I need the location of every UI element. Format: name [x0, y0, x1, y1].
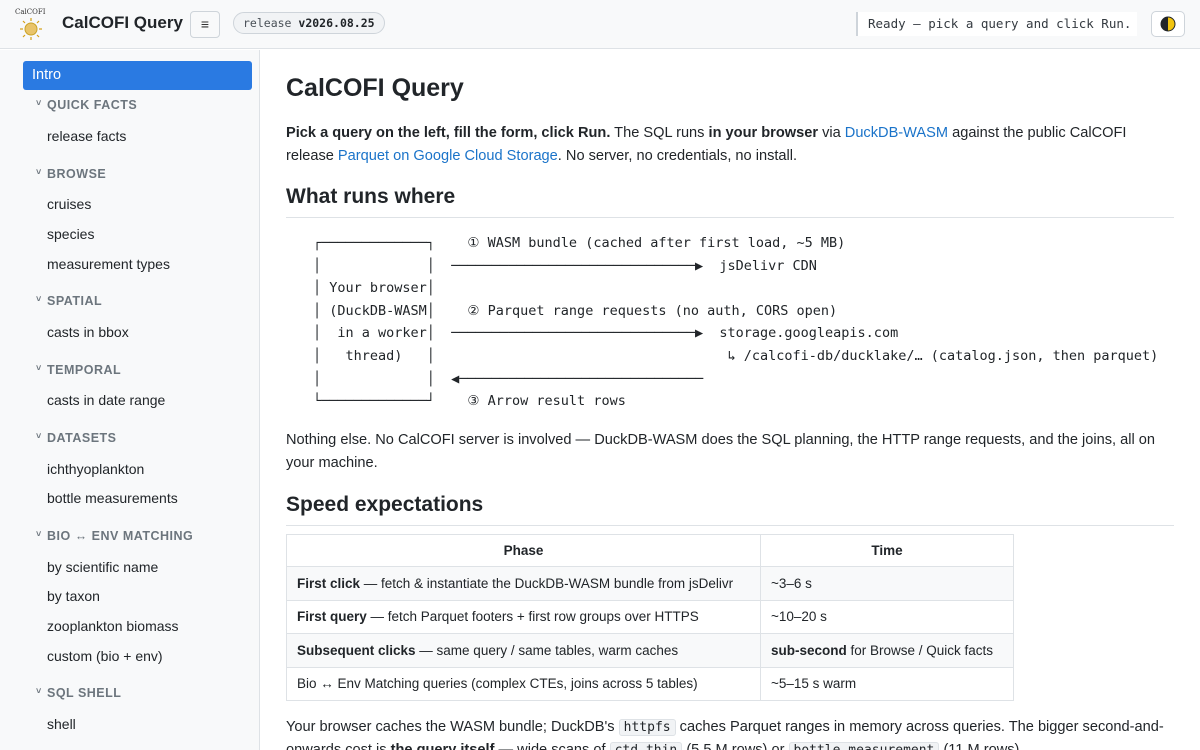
cache-paragraph: Your browser caches the WASM bundle; Duc… [286, 716, 1176, 750]
sidebar-section-temporal[interactable]: ˅ TEMPORAL [36, 363, 121, 377]
architecture-diagram: ┌─────────────┐ ① WASM bundle (cached af… [313, 235, 1159, 410]
release-label: release [243, 16, 292, 30]
table-row: First query — fetch Parquet footers + fi… [286, 599, 1014, 634]
speed-table: Phase Time First click — fetch & instant… [286, 534, 1014, 701]
sidebar-item-casts-in-bbox[interactable]: casts in bbox [47, 324, 129, 340]
sidebar-item-casts-in-date-range[interactable]: casts in date range [47, 392, 165, 408]
sidebar-section-browse[interactable]: ˅ BROWSE [36, 167, 106, 181]
time-cell: ~3–6 s [760, 566, 1014, 601]
main-content: CalCOFI Query Pick a query on the left, … [286, 50, 1176, 750]
top-bar: CalCOFI CalCOFI Query ≡ release v2026.08… [0, 0, 1200, 49]
after-diagram-paragraph: Nothing else. No CalCOFI server is invol… [286, 432, 1155, 471]
caret-icon: ˅ [36, 431, 42, 441]
sidebar-item-bottle-measurements[interactable]: bottle measurements [47, 490, 178, 506]
httpfs-code: httpfs [618, 719, 676, 736]
svg-text:CalCOFI: CalCOFI [15, 8, 46, 16]
sidebar-item-measurement-types[interactable]: measurement types [47, 256, 170, 272]
table-header-time: Time [760, 534, 1014, 567]
heading-what-runs-where: What runs where [286, 185, 1174, 218]
bottle-measurement-code: bottle_measurement [788, 742, 940, 750]
time-cell: sub-second for Browse / Quick facts [760, 633, 1014, 668]
release-badge: release v2026.08.25 [233, 12, 385, 34]
sidebar-section-quick-facts[interactable]: ˅ QUICK FACTS [36, 98, 137, 112]
sidebar-item-zooplankton-biomass[interactable]: zooplankton biomass [47, 618, 179, 634]
sidebar-section-sql-shell[interactable]: ˅ SQL SHELL [36, 686, 121, 700]
parquet-gcs-link[interactable]: Parquet on Google Cloud Storage [338, 148, 558, 164]
sidebar-section-bio-env-matching[interactable]: ˅ BIO ↔ ENV MATCHING [36, 529, 193, 543]
caret-icon: ˅ [36, 294, 42, 304]
table-row: Bio ↔ Env Matching queries (complex CTEs… [286, 666, 1014, 701]
time-cell: ~5–15 s warm [760, 666, 1014, 701]
menu-toggle-button[interactable]: ≡ [190, 11, 220, 38]
caret-icon: ˅ [36, 529, 42, 539]
theme-toggle-button[interactable] [1151, 11, 1185, 37]
sidebar-nav: Intro ˅ QUICK FACTS release facts ˅ BROWSE… [0, 50, 260, 750]
table-row: First click — fetch & instantiate the Du… [286, 566, 1014, 601]
ctd-thin-code: ctd_thin [609, 742, 683, 750]
release-version: v2026.08.25 [298, 16, 375, 30]
table-header-phase: Phase [286, 534, 761, 567]
sidebar-section-spatial[interactable]: ˅ SPATIAL [36, 294, 102, 308]
app-title: CalCOFI Query [62, 13, 183, 32]
half-moon-icon [1160, 16, 1176, 32]
table-row: Subsequent clicks — same query / same ta… [286, 633, 1014, 668]
sidebar-item-species[interactable]: species [47, 226, 94, 242]
sidebar-item-ichthyoplankton[interactable]: ichthyoplankton [47, 461, 144, 477]
calcofi-logo-icon: CalCOFI [14, 6, 48, 42]
status-message: Ready — pick a query and click Run. [856, 12, 1137, 36]
sidebar-section-datasets[interactable]: ˅ DATASETS [36, 431, 117, 445]
caret-icon: ˅ [36, 167, 42, 177]
sidebar-item-shell[interactable]: shell [47, 716, 76, 732]
caret-icon: ˅ [36, 363, 42, 373]
sidebar-item-cruises[interactable]: cruises [47, 196, 91, 212]
intro-lead: Pick a query on the left, fill the form,… [286, 125, 611, 141]
phase-cell: First query — fetch Parquet footers + fi… [286, 599, 761, 634]
intro-paragraph: Pick a query on the left, fill the form,… [286, 125, 1127, 164]
sidebar-item-intro[interactable]: Intro [23, 61, 252, 90]
phase-cell: Bio ↔ Env Matching queries (complex CTEs… [286, 666, 761, 701]
caret-icon: ˅ [36, 686, 42, 696]
heading-speed-expectations: Speed expectations [286, 493, 1174, 526]
sidebar-item-release-facts[interactable]: release facts [47, 128, 126, 144]
sidebar-item-custom-bio-env[interactable]: custom (bio + env) [47, 648, 163, 664]
phase-cell: First click — fetch & instantiate the Du… [286, 566, 761, 601]
sidebar-item-by-taxon[interactable]: by taxon [47, 588, 100, 604]
duckdb-wasm-link[interactable]: DuckDB-WASM [845, 125, 948, 141]
page-title: CalCOFI Query [286, 74, 464, 102]
caret-icon: ˅ [36, 98, 42, 108]
sidebar-item-by-scientific-name[interactable]: by scientific name [47, 559, 158, 575]
phase-cell: Subsequent clicks — same query / same ta… [286, 633, 761, 668]
time-cell: ~10–20 s [760, 599, 1014, 634]
